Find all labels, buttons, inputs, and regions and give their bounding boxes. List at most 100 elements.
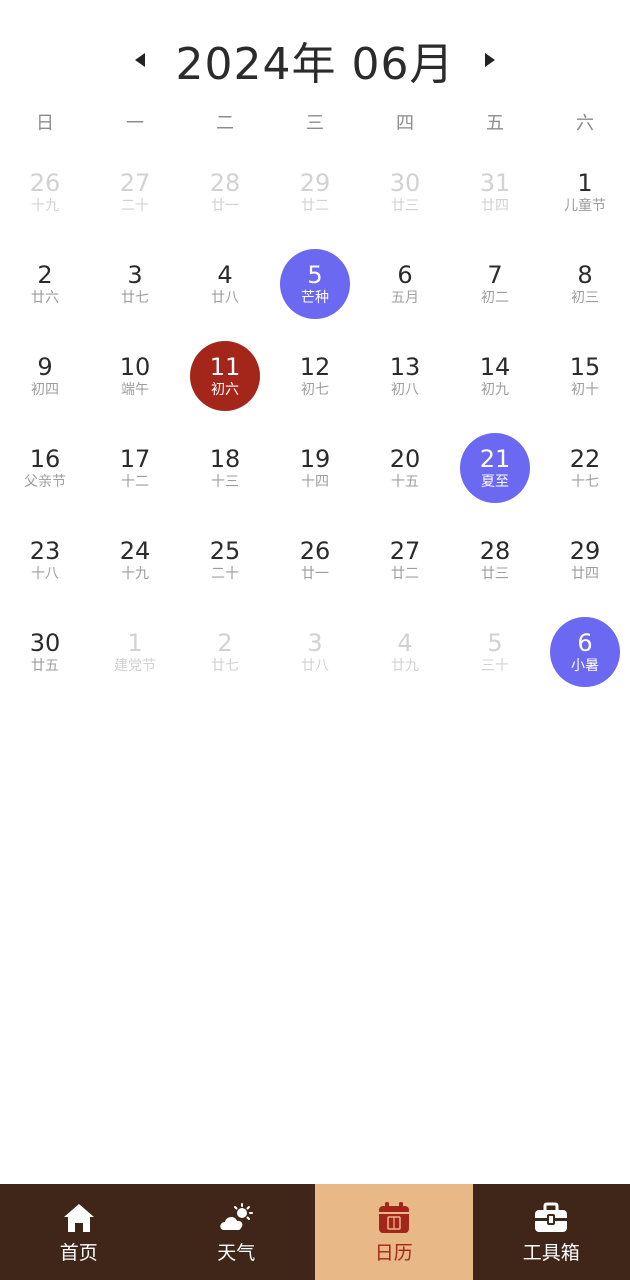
day-cell[interactable]: 2 廿六 [0,238,90,330]
caret-left-icon [134,53,145,67]
lunar-date: 初八 [391,382,419,398]
day-cell[interactable]: 4 廿八 [180,238,270,330]
day-cell[interactable]: 1 建党节 [90,606,180,698]
day-cell[interactable]: 1 儿童节 [540,146,630,238]
day-cell[interactable]: 9 初四 [0,330,90,422]
day-marker: 26 廿一 [280,525,350,595]
day-cell[interactable]: 31 廿四 [450,146,540,238]
day-number: 11 [209,353,241,381]
day-marker: 4 廿九 [370,617,440,687]
day-cell[interactable]: 3 廿七 [90,238,180,330]
home-icon [61,1200,97,1236]
lunar-date: 廿九 [391,658,419,674]
day-cell[interactable]: 30 廿三 [360,146,450,238]
day-cell[interactable]: 30 廿五 [0,606,90,698]
lunar-date: 廿六 [31,290,59,306]
day-cell[interactable]: 22 十七 [540,422,630,514]
calendar-header: 2024年 06月 [0,28,630,92]
day-cell[interactable]: 6 五月 [360,238,450,330]
day-cell[interactable]: 16 父亲节 [0,422,90,514]
day-cell[interactable]: 3 廿八 [270,606,360,698]
day-number: 19 [299,445,331,473]
day-marker: 15 初十 [550,341,620,411]
month-title[interactable]: 2024年 06月 [176,28,455,92]
day-cell[interactable]: 14 初九 [450,330,540,422]
day-cell[interactable]: 24 十九 [90,514,180,606]
day-marker: 20 十五 [370,433,440,503]
lunar-date: 初九 [481,382,509,398]
day-number: 26 [29,169,61,197]
lunar-date: 二十 [121,198,149,214]
day-marker: 11 初六 [190,341,260,411]
tab-label: 首页 [59,1242,98,1264]
day-cell[interactable]: 18 十三 [180,422,270,514]
day-cell[interactable]: 28 廿一 [180,146,270,238]
day-marker: 18 十三 [190,433,260,503]
day-cell[interactable]: 4 廿九 [360,606,450,698]
day-cell[interactable]: 25 二十 [180,514,270,606]
day-number: 25 [209,537,241,565]
day-cell[interactable]: 27 廿二 [360,514,450,606]
day-marker: 17 十二 [100,433,170,503]
day-cell[interactable]: 12 初七 [270,330,360,422]
day-cell[interactable]: 20 十五 [360,422,450,514]
next-month-button[interactable] [470,40,510,80]
day-cell[interactable]: 5 三十 [450,606,540,698]
lunar-date: 廿八 [211,290,239,306]
caret-right-icon [485,53,496,67]
lunar-date: 初十 [571,382,599,398]
day-number: 30 [389,169,421,197]
lunar-date: 廿四 [481,198,509,214]
lunar-date: 儿童节 [564,198,606,214]
tab-weather[interactable]: 天气 [158,1184,316,1280]
day-cell[interactable]: 19 十四 [270,422,360,514]
day-marker: 29 廿二 [280,157,350,227]
day-cell[interactable]: 8 初三 [540,238,630,330]
lunar-date: 五月 [391,290,419,306]
day-number: 21 [479,445,511,473]
day-number: 10 [119,353,151,381]
tab-label: 天气 [217,1242,256,1264]
day-cell[interactable]: 5 芒种 [270,238,360,330]
lunar-date: 十三 [211,474,239,490]
bottom-tab-bar: 首页 天气 日历 工具箱 [0,1184,630,1280]
day-cell[interactable]: 21 夏至 [450,422,540,514]
lunar-date: 十九 [121,566,149,582]
prev-month-button[interactable] [120,40,160,80]
tab-home[interactable]: 首页 [0,1184,158,1280]
lunar-date: 廿一 [211,198,239,214]
day-marker: 16 父亲节 [10,433,80,503]
day-cell[interactable]: 29 廿二 [270,146,360,238]
day-number: 6 [397,261,413,289]
day-marker: 4 廿八 [190,249,260,319]
lunar-date: 端午 [121,382,149,398]
day-cell[interactable]: 13 初八 [360,330,450,422]
day-cell[interactable]: 7 初二 [450,238,540,330]
day-cell[interactable]: 26 十九 [0,146,90,238]
day-number: 23 [29,537,61,565]
day-marker: 7 初二 [460,249,530,319]
day-number: 26 [299,537,331,565]
day-cell[interactable]: 6 小暑 [540,606,630,698]
day-cell[interactable]: 15 初十 [540,330,630,422]
day-cell[interactable]: 17 十二 [90,422,180,514]
calendar-icon [376,1200,412,1236]
day-cell[interactable]: 29 廿四 [540,514,630,606]
day-number: 8 [577,261,593,289]
selected-day-cell[interactable]: 11 初六 [180,330,270,422]
day-cell[interactable]: 27 二十 [90,146,180,238]
day-cell[interactable]: 28 廿三 [450,514,540,606]
weekday-label: 六 [576,113,594,134]
day-cell[interactable]: 10 端午 [90,330,180,422]
tab-calendar[interactable]: 日历 [315,1184,473,1280]
day-cell[interactable]: 26 廿一 [270,514,360,606]
lunar-date: 三十 [481,658,509,674]
lunar-date: 廿七 [211,658,239,674]
day-cell[interactable]: 2 廿七 [180,606,270,698]
lunar-date: 廿七 [121,290,149,306]
tab-toolbox[interactable]: 工具箱 [473,1184,630,1280]
day-cell[interactable]: 23 十八 [0,514,90,606]
lunar-date: 廿二 [391,566,419,582]
day-marker: 2 廿七 [190,617,260,687]
day-number: 6 [577,629,593,657]
